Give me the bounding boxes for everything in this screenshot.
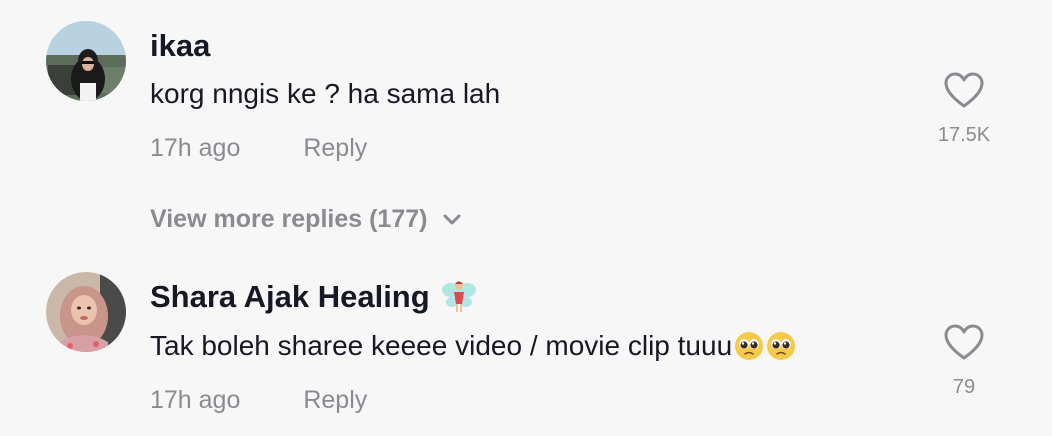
fairy-emoji-icon (440, 278, 478, 316)
username[interactable]: Shara Ajak Healing (150, 278, 478, 316)
like-count: 79 (952, 376, 976, 398)
comment-meta: 17h ago Reply (150, 134, 367, 163)
view-more-replies-button[interactable]: View more replies (177) (150, 205, 461, 234)
comment-text-content: korg nngis ke ? ha sama lah (150, 78, 501, 109)
heart-outline-icon[interactable] (944, 72, 984, 110)
avatar[interactable] (46, 272, 126, 352)
like-control: 79 (919, 324, 1009, 399)
timestamp: 17h ago (150, 386, 241, 414)
reply-button[interactable]: Reply (303, 134, 367, 162)
username[interactable]: ikaa (150, 28, 210, 64)
like-control: 17.5K (919, 72, 1009, 147)
username-text[interactable]: Shara Ajak Healing (150, 279, 430, 315)
view-more-label: View more replies (177) (150, 205, 428, 233)
reply-button[interactable]: Reply (303, 386, 367, 414)
avatar[interactable] (46, 21, 126, 101)
timestamp: 17h ago (150, 134, 241, 162)
comment-text-content: Tak boleh sharee keeee video / movie cli… (150, 330, 733, 361)
heart-outline-icon[interactable] (944, 324, 984, 362)
comment-text: Tak boleh sharee keeee video / movie cli… (150, 330, 796, 362)
pleading-face-emoji-icon (766, 331, 796, 361)
comment-meta: 17h ago Reply (150, 386, 367, 415)
comment-text: korg nngis ke ? ha sama lah (150, 78, 500, 110)
pleading-face-emoji-icon (734, 331, 764, 361)
like-count: 17.5K (937, 124, 991, 146)
username-text[interactable]: ikaa (150, 28, 210, 64)
comments-panel: ikaa korg nngis ke ? ha sama lah 17h ago… (0, 0, 1052, 436)
chevron-down-icon (443, 214, 461, 224)
